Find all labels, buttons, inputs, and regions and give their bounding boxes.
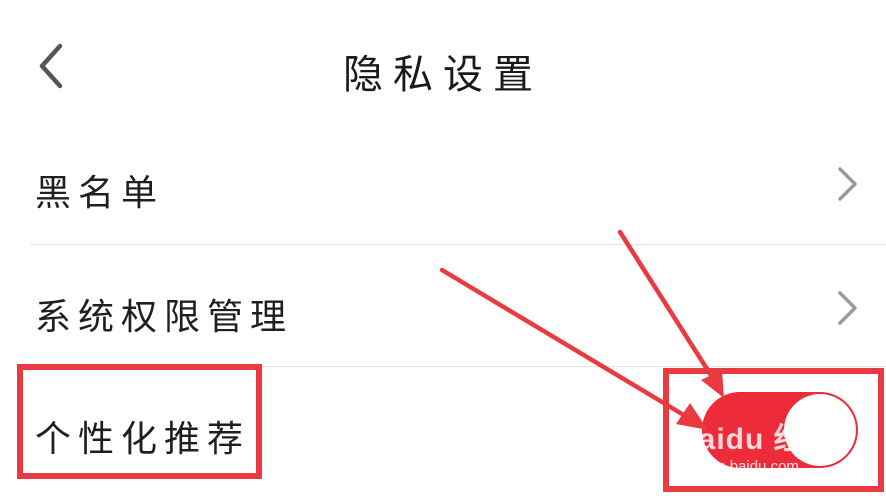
divider xyxy=(30,366,886,367)
toggle-knob xyxy=(784,394,856,466)
header-bar: 隐私设置 xyxy=(0,0,886,130)
settings-item-label: 系统权限管理 xyxy=(35,297,294,338)
settings-item-permissions[interactable]: 系统权限管理 xyxy=(30,246,886,366)
divider xyxy=(30,244,886,245)
page-title: 隐私设置 xyxy=(343,52,543,98)
personalized-recommendation-toggle[interactable] xyxy=(702,392,858,468)
settings-item-label: 个性化推荐 xyxy=(35,419,251,460)
settings-item-blacklist[interactable]: 黑名单 xyxy=(30,126,886,246)
chevron-right-icon xyxy=(838,167,857,201)
chevron-right-icon xyxy=(838,291,857,325)
settings-item-label: 黑名单 xyxy=(35,173,165,214)
